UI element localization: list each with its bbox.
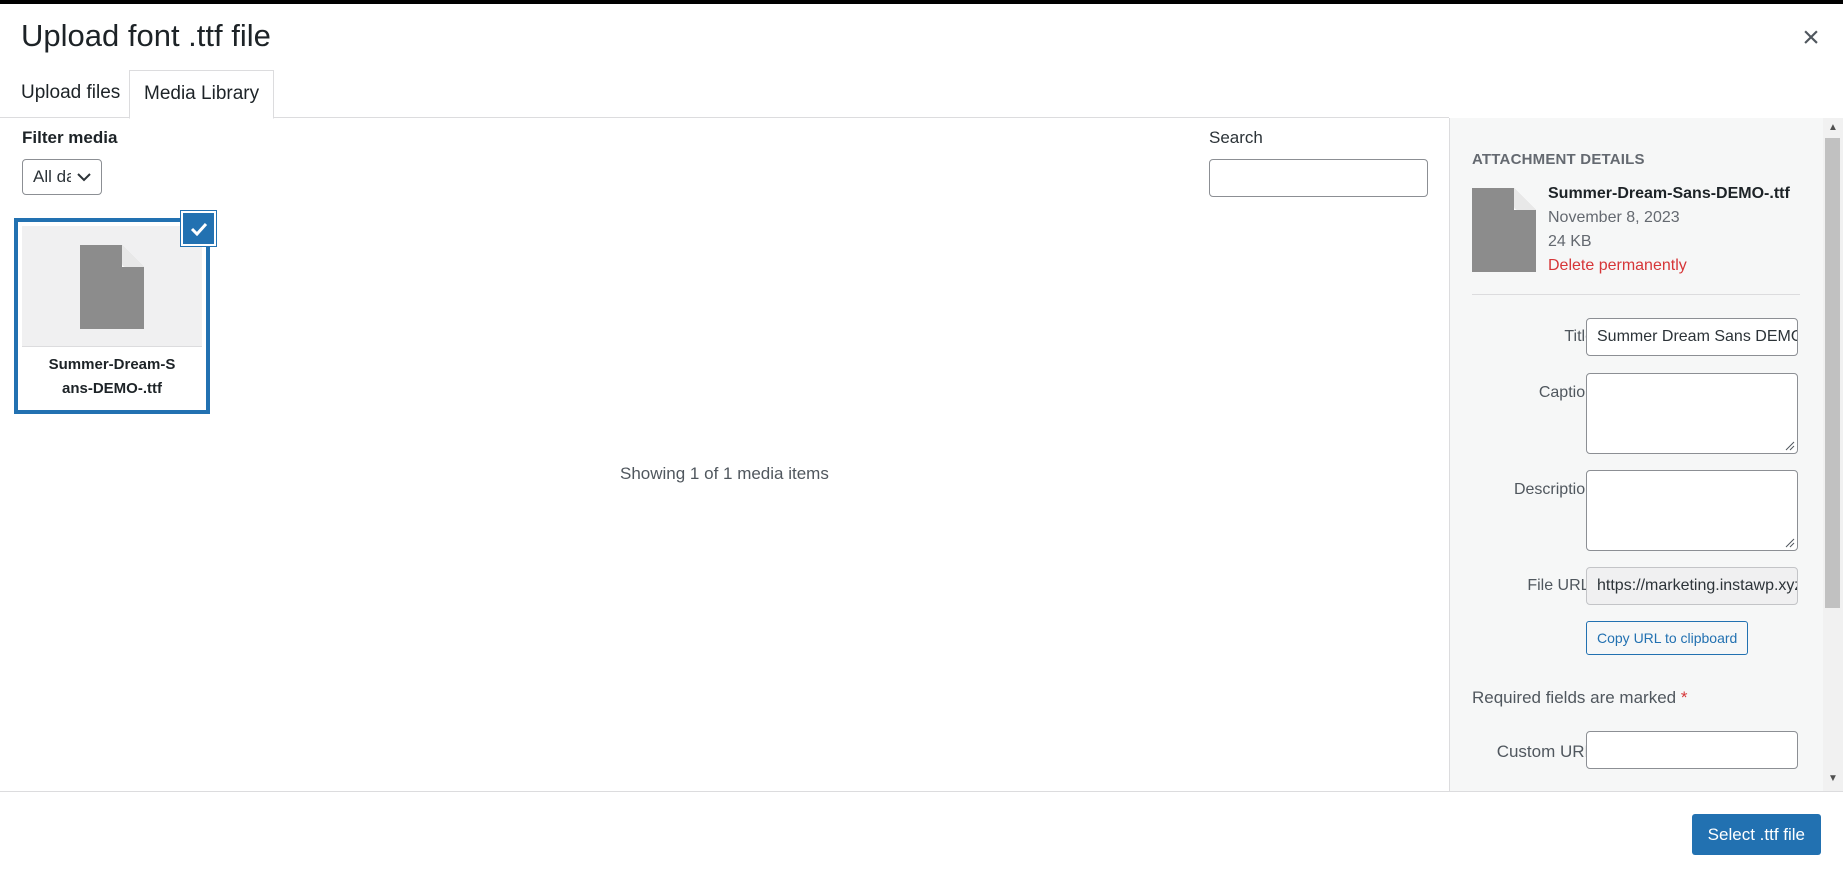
media-item-filename: Summer-Dream-Sans-DEMO-.ttf	[22, 346, 202, 406]
description-field[interactable]	[1586, 470, 1798, 551]
date-filter-value: All dates	[33, 167, 71, 186]
title-field[interactable]: Summer Dream Sans DEMO	[1586, 318, 1798, 356]
file-url-label: File URL:	[1527, 577, 1594, 594]
media-item[interactable]: Summer-Dream-Sans-DEMO-.ttf	[14, 218, 210, 414]
scroll-down-arrow-icon[interactable]: ▼	[1828, 773, 1838, 784]
document-icon	[1472, 188, 1536, 272]
scroll-up-arrow-icon[interactable]: ▲	[1828, 122, 1838, 133]
check-icon	[190, 222, 207, 236]
top-bar	[0, 0, 1843, 4]
filter-media-label: Filter media	[22, 128, 118, 147]
modal-title: Upload font .ttf file	[21, 18, 271, 53]
divider	[1472, 294, 1800, 295]
description-label: Description	[1513, 481, 1594, 498]
select-file-button[interactable]: Select .ttf file	[1691, 814, 1821, 855]
tab-media-library[interactable]: Media Library	[129, 70, 275, 119]
chevron-down-icon	[77, 173, 91, 182]
copy-url-button[interactable]: Copy URL to clipboard	[1586, 621, 1749, 655]
file-url-field[interactable]: https://marketing.instawp.xyz	[1586, 567, 1798, 605]
tab-bar: Upload files Media Library	[0, 70, 1449, 119]
document-icon	[80, 245, 144, 329]
resize-handle-icon[interactable]	[1785, 441, 1795, 451]
delete-permanently-link[interactable]: Delete permanently	[1548, 257, 1687, 275]
custom-url-label: Custom URL	[1496, 742, 1594, 761]
caption-field[interactable]	[1586, 373, 1798, 454]
attachment-details-sidebar: ATTACHMENT DETAILS Summer-Dream-Sans-DEM…	[1449, 118, 1823, 791]
close-icon[interactable]: ×	[1795, 22, 1827, 54]
tab-upload-files[interactable]: Upload files	[7, 70, 134, 116]
resize-handle-icon[interactable]	[1785, 538, 1795, 548]
required-star: *	[1680, 688, 1688, 707]
attachment-size: 24 KB	[1548, 233, 1592, 250]
scrollbar-thumb[interactable]	[1825, 138, 1840, 608]
media-count-status: Showing 1 of 1 media items	[620, 464, 829, 483]
attachment-date: November 8, 2023	[1548, 209, 1680, 226]
attachment-details-heading: ATTACHMENT DETAILS	[1472, 151, 1645, 168]
search-label: Search	[1209, 128, 1263, 147]
required-fields-text: Required fields are marked	[1472, 688, 1677, 707]
checkmark-icon[interactable]	[181, 211, 216, 246]
modal-footer: Select .ttf file	[0, 791, 1843, 871]
required-fields-note: Required fields are marked *	[1472, 688, 1687, 708]
media-item-filename-text: Summer-Dream-Sans-DEMO-.ttf	[48, 356, 176, 397]
search-input[interactable]	[1209, 159, 1428, 197]
custom-url-field[interactable]	[1586, 731, 1798, 769]
date-filter-select[interactable]: All dates	[22, 159, 102, 195]
attachment-filename: Summer-Dream-Sans-DEMO-.ttf	[1548, 185, 1790, 202]
